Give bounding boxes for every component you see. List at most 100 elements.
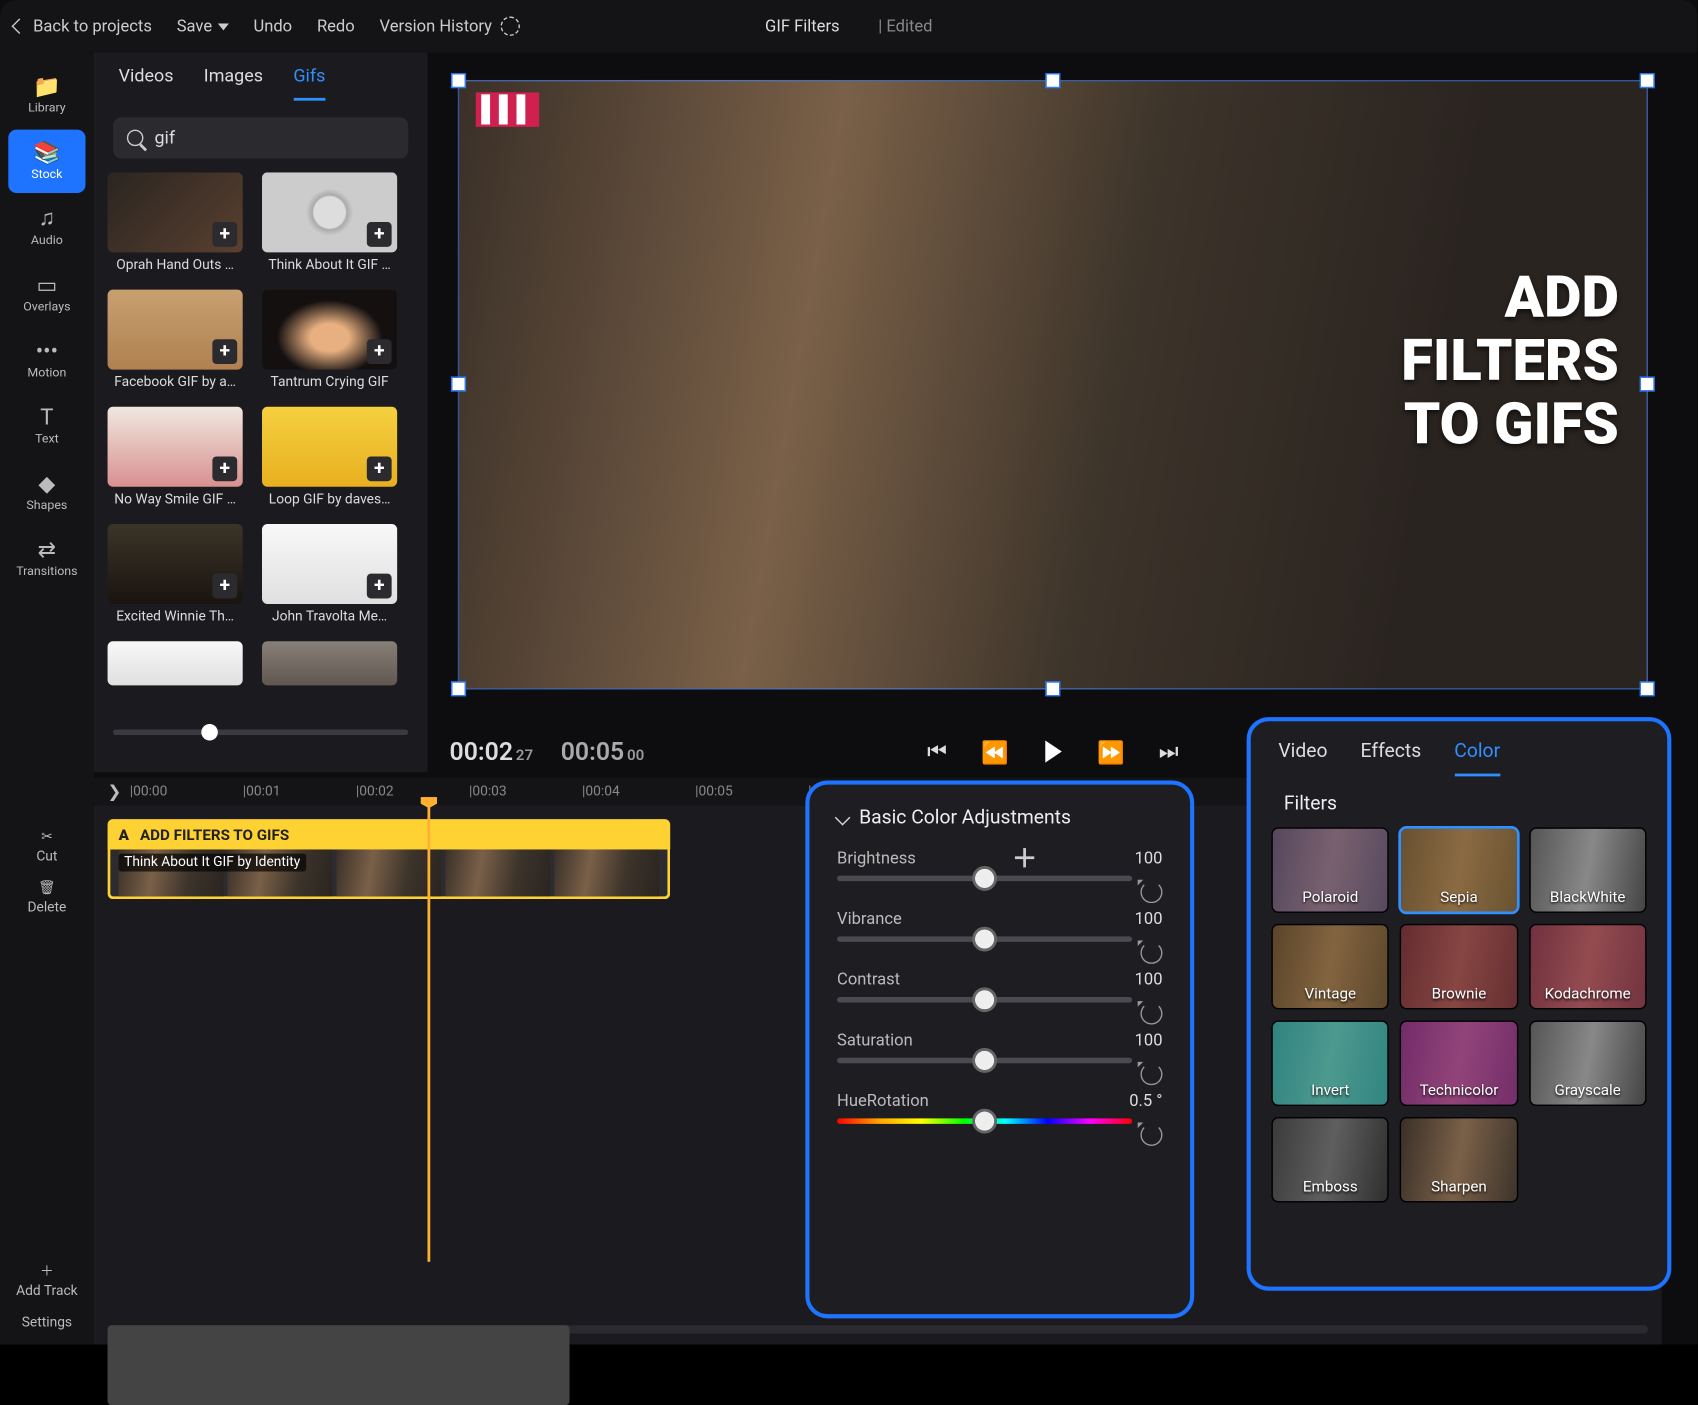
reset-button[interactable] bbox=[1140, 1003, 1162, 1025]
tab-effects[interactable]: Effects bbox=[1361, 741, 1422, 777]
resize-handle[interactable] bbox=[452, 74, 464, 86]
tab-videos[interactable]: Videos bbox=[119, 66, 174, 100]
slider-knob[interactable] bbox=[975, 1051, 994, 1070]
preview-canvas[interactable]: ▌▌▌ ADD FILTERS TO GIFS bbox=[458, 80, 1648, 690]
rewind-button[interactable]: ⏪ bbox=[984, 741, 1006, 763]
add-gif-button[interactable]: + bbox=[212, 222, 237, 247]
resize-handle[interactable] bbox=[1046, 74, 1058, 86]
filter-vintage[interactable]: Vintage bbox=[1273, 925, 1388, 1008]
add-gif-button[interactable]: + bbox=[212, 339, 237, 364]
gif-thumbnail[interactable]: + bbox=[108, 172, 243, 252]
filter-brownie[interactable]: Brownie bbox=[1402, 925, 1517, 1008]
redo-button[interactable]: Redo bbox=[317, 17, 355, 36]
tab-color[interactable]: Color bbox=[1454, 741, 1500, 777]
gif-card[interactable]: +Facebook GIF by a… bbox=[108, 290, 243, 391]
delete-tool[interactable]: 🗑Delete bbox=[27, 881, 66, 915]
rail-library[interactable]: 📁Library bbox=[8, 63, 85, 126]
resize-handle[interactable] bbox=[452, 378, 464, 390]
gif-thumbnail[interactable]: + bbox=[108, 290, 243, 370]
filter-kodachrome[interactable]: Kodachrome bbox=[1530, 925, 1645, 1008]
undo-button[interactable]: Undo bbox=[253, 17, 292, 36]
timeline-scrollbar[interactable] bbox=[108, 1325, 1648, 1333]
gif-thumbnail[interactable]: + bbox=[108, 407, 243, 487]
vibrance-slider[interactable] bbox=[837, 936, 1132, 942]
rail-text[interactable]: TText bbox=[8, 394, 85, 457]
search-input[interactable] bbox=[154, 128, 394, 149]
reset-button[interactable] bbox=[1140, 881, 1162, 903]
gif-card[interactable] bbox=[108, 641, 243, 685]
prev-clip-button[interactable]: ⏮ bbox=[926, 741, 948, 763]
add-gif-button[interactable]: + bbox=[367, 339, 392, 364]
tab-video[interactable]: Video bbox=[1278, 741, 1327, 777]
preview-overlay-text[interactable]: ADD FILTERS TO GIFS bbox=[1401, 267, 1619, 458]
scrollbar-thumb[interactable] bbox=[108, 1325, 570, 1405]
title-track[interactable]: A ADD FILTERS TO GIFS bbox=[108, 819, 671, 849]
contrast-slider[interactable] bbox=[837, 997, 1132, 1003]
gif-card[interactable] bbox=[262, 641, 397, 685]
gif-thumbnail[interactable]: + bbox=[262, 172, 397, 252]
tab-gifs[interactable]: Gifs bbox=[293, 66, 325, 100]
video-clip[interactable]: Think About It GIF by Identity bbox=[108, 849, 671, 899]
filter-grayscale[interactable]: Grayscale bbox=[1530, 1022, 1645, 1105]
add-gif-button[interactable]: + bbox=[367, 574, 392, 599]
cut-tool[interactable]: ✂Cut bbox=[36, 830, 57, 864]
chevron-down-icon[interactable] bbox=[835, 810, 851, 826]
gif-thumbnail[interactable] bbox=[262, 641, 397, 685]
resize-handle[interactable] bbox=[1641, 74, 1653, 86]
reset-button[interactable] bbox=[1140, 942, 1162, 964]
gif-card[interactable]: +Oprah Hand Outs … bbox=[108, 172, 243, 273]
resize-handle[interactable] bbox=[1641, 683, 1653, 695]
add-gif-button[interactable]: + bbox=[212, 574, 237, 599]
gif-card[interactable]: +Tantrum Crying GIF bbox=[262, 290, 397, 391]
slider-knob[interactable] bbox=[975, 929, 994, 948]
gif-thumbnail[interactable] bbox=[108, 641, 243, 685]
slider-knob[interactable] bbox=[975, 1111, 994, 1130]
gif-card[interactable]: +Think About It GIF … bbox=[262, 172, 397, 273]
rail-motion[interactable]: •••Motion bbox=[8, 328, 85, 391]
back-to-projects[interactable]: Back to projects bbox=[14, 17, 152, 36]
rail-transitions[interactable]: ⇄Transitions bbox=[8, 527, 85, 590]
gif-thumbnail[interactable]: + bbox=[262, 524, 397, 604]
search-input-wrap[interactable] bbox=[113, 117, 408, 158]
saturation-slider[interactable] bbox=[837, 1058, 1132, 1064]
filter-sharpen[interactable]: Sharpen bbox=[1402, 1118, 1517, 1201]
resize-handle[interactable] bbox=[452, 683, 464, 695]
move-icon[interactable] bbox=[1016, 848, 1035, 867]
gif-thumbnail[interactable]: + bbox=[262, 407, 397, 487]
filter-technicolor[interactable]: Technicolor bbox=[1402, 1022, 1517, 1105]
rail-audio[interactable]: ♫Audio bbox=[8, 196, 85, 259]
slider-knob[interactable] bbox=[975, 990, 994, 1009]
settings-link[interactable]: Settings bbox=[22, 1316, 72, 1331]
filter-invert[interactable]: Invert bbox=[1273, 1022, 1388, 1105]
add-gif-button[interactable]: + bbox=[212, 456, 237, 481]
resize-handle[interactable] bbox=[1046, 683, 1058, 695]
resize-handle[interactable] bbox=[1641, 378, 1653, 390]
add-track-button[interactable]: ＋Add Track bbox=[16, 1259, 78, 1299]
gif-card[interactable]: +No Way Smile GIF … bbox=[108, 407, 243, 508]
forward-button[interactable]: ⏩ bbox=[1100, 741, 1122, 763]
add-gif-button[interactable]: + bbox=[367, 456, 392, 481]
slider-knob[interactable] bbox=[202, 724, 219, 741]
tab-images[interactable]: Images bbox=[204, 66, 263, 100]
save-menu[interactable]: Save bbox=[177, 17, 229, 36]
hue-slider[interactable] bbox=[837, 1118, 1132, 1124]
version-history-button[interactable]: Version History bbox=[380, 17, 520, 36]
playhead[interactable] bbox=[427, 805, 430, 1261]
rail-overlays[interactable]: ▭Overlays bbox=[8, 262, 85, 325]
next-clip-button[interactable]: ⏭ bbox=[1158, 741, 1180, 763]
thumbnail-zoom-slider[interactable] bbox=[113, 729, 408, 735]
gif-card[interactable]: +Excited Winnie Th… bbox=[108, 524, 243, 625]
slider-knob[interactable] bbox=[975, 869, 994, 888]
gif-thumbnail[interactable]: + bbox=[262, 290, 397, 370]
timeline-expand-button[interactable]: ❯ bbox=[108, 782, 122, 801]
add-gif-button[interactable]: + bbox=[367, 222, 392, 247]
filter-polaroid[interactable]: Polaroid bbox=[1273, 829, 1388, 912]
rail-stock[interactable]: 📚Stock bbox=[8, 130, 85, 193]
filter-blackwhite[interactable]: BlackWhite bbox=[1530, 829, 1645, 912]
reset-button[interactable] bbox=[1140, 1063, 1162, 1085]
brightness-slider[interactable] bbox=[837, 876, 1132, 882]
play-button[interactable] bbox=[1042, 741, 1064, 763]
rail-shapes[interactable]: ◆Shapes bbox=[8, 461, 85, 524]
gif-thumbnail[interactable]: + bbox=[108, 524, 243, 604]
gif-card[interactable]: +John Travolta Me… bbox=[262, 524, 397, 625]
